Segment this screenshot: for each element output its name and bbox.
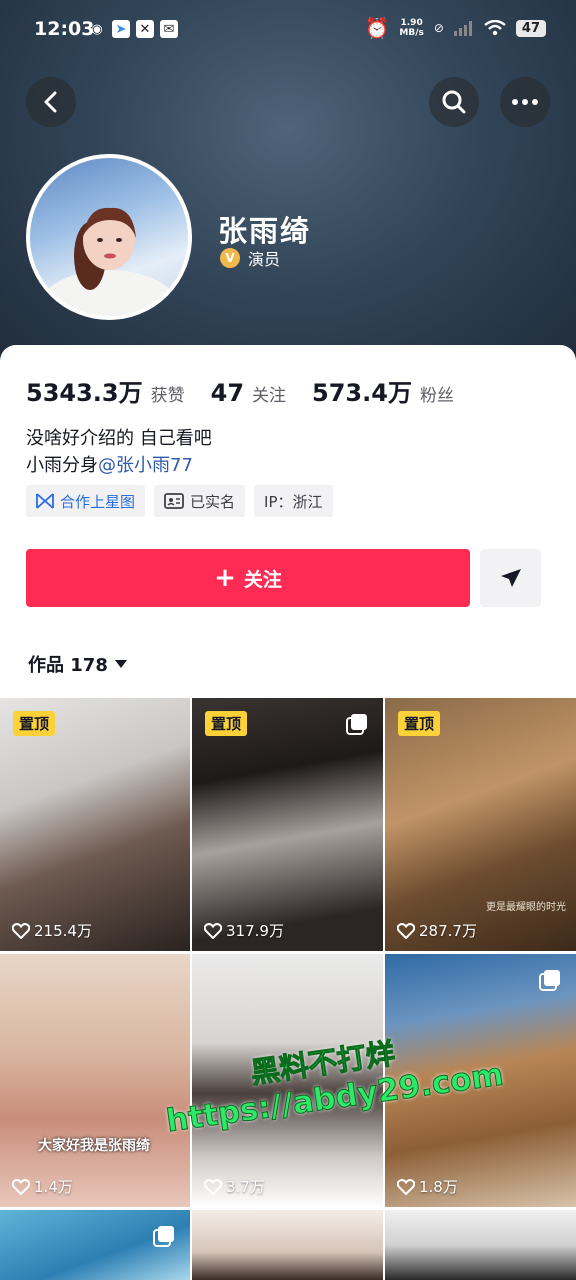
net-speed: 1.90 MB/s xyxy=(399,18,424,38)
pinned-badge: 置顶 xyxy=(13,711,56,736)
capcut-icon: ✕ xyxy=(136,20,154,38)
heart-icon xyxy=(12,1178,30,1195)
battery-indicator: 47 xyxy=(515,19,546,37)
mail-icon: ✉ xyxy=(160,20,178,38)
works-dropdown[interactable]: 作品 178 xyxy=(28,651,128,677)
send-icon xyxy=(500,569,521,587)
heart-icon xyxy=(204,1178,222,1195)
alarm-icon: ⏰ xyxy=(364,16,390,40)
like-count-value: 1.4万 xyxy=(34,1178,73,1196)
like-count: 3.7万 xyxy=(204,1176,265,1197)
search-button[interactable] xyxy=(429,77,479,127)
tag-xingtu[interactable]: 合作上星图 xyxy=(26,485,146,517)
caret-down-icon xyxy=(114,660,127,668)
verified-badge-icon: V xyxy=(220,248,240,268)
like-count-value: 317.9万 xyxy=(226,922,284,940)
heart-icon xyxy=(12,922,30,939)
like-count-value: 287.7万 xyxy=(419,922,477,940)
bio: 没啥好介绍的 自己看吧 小雨分身@张小雨77 xyxy=(26,425,212,479)
profile-tags: 合作上星图 已实名 IP：浙江 xyxy=(26,485,333,517)
wifi-icon xyxy=(484,20,506,36)
follow-button[interactable]: + 关注 xyxy=(26,549,470,607)
status-bar: 12:03 ◉ ➤ ✕ ✉ ⏰ 1.90 MB/s ⊘ 47 xyxy=(0,0,576,60)
video-thumbnail[interactable]: 大家好我是张雨绮 1.4万 xyxy=(0,954,190,1207)
tag-verified-identity[interactable]: 已实名 xyxy=(154,485,246,517)
profile-name: 张雨绮 xyxy=(218,214,312,248)
verification-label: 演员 xyxy=(248,250,281,269)
works-label: 作品 178 xyxy=(28,655,108,676)
no-sim-icon: ⊘ xyxy=(433,21,444,35)
like-count: 287.7万 xyxy=(397,920,477,941)
share-button[interactable] xyxy=(480,549,541,607)
more-button[interactable] xyxy=(500,77,550,127)
heart-icon xyxy=(204,922,222,939)
xingtu-icon xyxy=(36,493,54,509)
weibo-icon: ◉ xyxy=(91,21,103,37)
telegram-icon: ➤ xyxy=(112,20,130,38)
video-thumbnail[interactable] xyxy=(385,1210,576,1280)
multi-image-icon xyxy=(538,968,562,996)
profile-card: 5343.3万 获赞 47 关注 573.4万 粉丝 没啥好介绍的 自己看吧 小… xyxy=(0,345,576,1280)
avatar[interactable] xyxy=(26,154,192,320)
status-time: 12:03 xyxy=(34,18,95,40)
signal-icon xyxy=(453,21,472,36)
back-button[interactable] xyxy=(26,77,76,127)
multi-image-icon xyxy=(152,1224,176,1252)
plus-icon: + xyxy=(214,563,236,593)
verification: V 演员 xyxy=(220,246,280,270)
video-thumbnail[interactable] xyxy=(192,1210,383,1280)
like-count: 317.9万 xyxy=(204,920,284,941)
stat-likes[interactable]: 5343.3万 获赞 xyxy=(26,373,185,408)
like-count: 1.8万 xyxy=(397,1176,458,1197)
tag-ip-location: IP：浙江 xyxy=(254,485,333,517)
bio-line-2: 小雨分身@张小雨77 xyxy=(26,455,193,476)
video-caption: 大家好我是张雨绮 xyxy=(38,1138,150,1154)
video-grid: 置顶 215.4万 置顶 317.9万 置顶更是最耀眼的时光 287.7万大家好我是张雨绮… xyxy=(0,698,576,1280)
like-count: 215.4万 xyxy=(12,920,92,941)
pinned-badge: 置顶 xyxy=(398,711,441,736)
bio-line-1: 没啥好介绍的 自己看吧 xyxy=(26,428,212,449)
video-thumbnail[interactable]: 置顶更是最耀眼的时光 287.7万 xyxy=(385,698,576,951)
stats-row: 5343.3万 获赞 47 关注 573.4万 粉丝 xyxy=(26,373,454,408)
status-app-icons: ◉ ➤ ✕ ✉ xyxy=(88,20,178,38)
multi-image-icon xyxy=(345,712,369,740)
id-card-icon xyxy=(164,493,184,509)
avatar-image xyxy=(39,207,179,316)
like-count-value: 1.8万 xyxy=(419,1178,458,1196)
stat-followers[interactable]: 573.4万 粉丝 xyxy=(312,373,454,408)
status-right: ⏰ 1.90 MB/s ⊘ 47 xyxy=(364,16,546,40)
stat-following[interactable]: 47 关注 xyxy=(211,379,286,407)
like-count-value: 3.7万 xyxy=(226,1178,265,1196)
heart-icon xyxy=(397,1178,415,1195)
follow-label: 关注 xyxy=(243,568,282,591)
chevron-left-icon xyxy=(44,91,57,113)
bio-mention-link[interactable]: @张小雨77 xyxy=(98,455,193,476)
more-icon xyxy=(512,99,538,105)
video-thumbnail[interactable] xyxy=(0,1210,190,1280)
like-count-value: 215.4万 xyxy=(34,922,92,940)
like-count: 1.4万 xyxy=(12,1176,73,1197)
video-subcaption: 更是最耀眼的时光 xyxy=(486,902,566,913)
heart-icon xyxy=(397,922,415,939)
pinned-badge: 置顶 xyxy=(205,711,248,736)
video-thumbnail[interactable]: 置顶 317.9万 xyxy=(192,698,383,951)
video-thumbnail[interactable]: 置顶 215.4万 xyxy=(0,698,190,951)
search-icon xyxy=(442,90,466,114)
